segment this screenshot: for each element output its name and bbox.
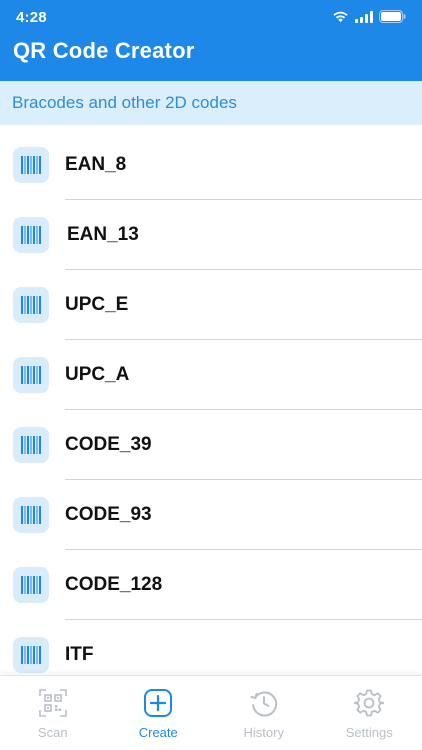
list-item-label: CODE_39 xyxy=(65,434,152,455)
list-item-ean-13[interactable]: EAN_13 xyxy=(0,200,422,270)
gear-icon xyxy=(354,689,385,717)
tab-label: Settings xyxy=(345,725,393,740)
signal-icon xyxy=(355,10,373,23)
wifi-icon xyxy=(333,11,348,22)
barcode-icon xyxy=(13,357,49,393)
list-item-code-93[interactable]: CODE_93 xyxy=(0,480,422,550)
list-item-label: EAN_8 xyxy=(65,154,127,175)
list-item-upc-a[interactable]: UPC_A xyxy=(0,340,422,410)
tab-create[interactable]: Create xyxy=(106,676,212,750)
barcode-icon xyxy=(13,427,49,463)
bottom-tab-bar: Scan Create History Settings xyxy=(0,675,422,750)
list-item-code-39[interactable]: CODE_39 xyxy=(0,410,422,480)
section-header: Bracodes and other 2D codes xyxy=(0,81,422,125)
barcode-icon xyxy=(13,567,49,603)
list-item-code-128[interactable]: CODE_128 xyxy=(0,550,422,620)
list-item-label: UPC_E xyxy=(65,294,129,315)
tab-label: History xyxy=(243,725,284,740)
list-item-label: ITF xyxy=(65,644,94,665)
status-time: 4:28 xyxy=(16,9,47,26)
barcode-icon xyxy=(13,287,49,323)
tab-label: Create xyxy=(138,725,178,740)
barcode-icon xyxy=(13,217,49,253)
app-screen: 4:28 QR Code Creator Bracodes and other … xyxy=(0,0,422,750)
list-item-itf[interactable]: ITF xyxy=(0,620,422,675)
tab-settings[interactable]: Settings xyxy=(317,676,422,750)
tab-history[interactable]: History xyxy=(211,676,317,750)
app-header: 4:28 QR Code Creator xyxy=(0,0,422,81)
list-item-ean-8[interactable]: EAN_8 xyxy=(0,130,422,200)
barcode-icon xyxy=(13,147,49,183)
qr-scan-icon xyxy=(38,689,67,717)
list-item-upc-e[interactable]: UPC_E xyxy=(0,270,422,340)
list-item-label: UPC_A xyxy=(65,364,130,385)
list-item-label: EAN_13 xyxy=(67,224,139,245)
tab-scan[interactable]: Scan xyxy=(0,676,106,750)
list-item-label: CODE_93 xyxy=(65,504,152,525)
list-item-label: CODE_128 xyxy=(65,574,163,595)
tab-label: Scan xyxy=(37,725,68,740)
status-icons xyxy=(332,10,406,23)
barcode-icon xyxy=(13,497,49,533)
app-title: QR Code Creator xyxy=(13,38,195,63)
battery-icon xyxy=(379,10,406,23)
barcode-icon xyxy=(13,637,49,673)
plus-square-icon xyxy=(144,689,173,717)
history-clock-icon xyxy=(250,691,277,717)
barcode-type-list: EAN_8 EAN_13 UPC_E UPC_A CODE_39 CODE_93… xyxy=(0,130,422,675)
